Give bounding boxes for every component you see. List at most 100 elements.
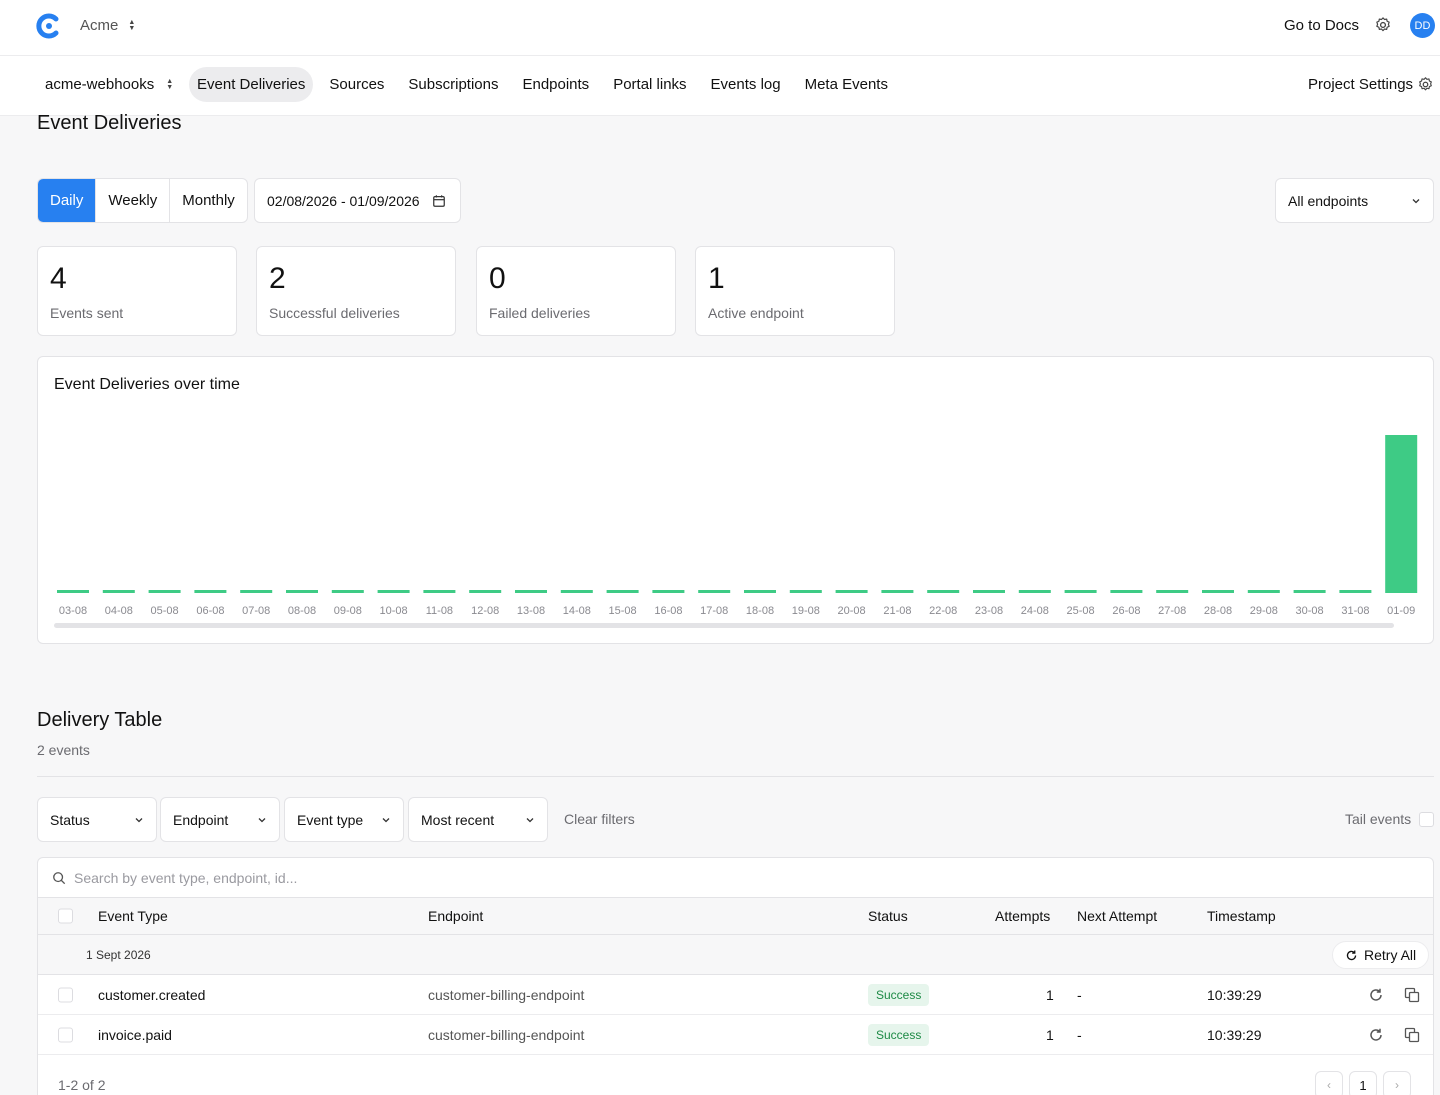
chart-bar-31-08[interactable] xyxy=(1339,590,1372,593)
column-header-attempts[interactable]: Attempts xyxy=(995,908,1050,924)
endpoint-filter-select[interactable]: All endpoints xyxy=(1275,178,1434,223)
stat-label: Active endpoint xyxy=(708,305,804,321)
tail-events-toggle[interactable]: Tail events xyxy=(1345,811,1435,827)
column-header-next-attempt[interactable]: Next Attempt xyxy=(1077,908,1157,924)
chart-bar-01-09[interactable] xyxy=(1385,435,1418,593)
stat-value: 0 xyxy=(489,262,506,295)
project-nav-bar: acme-webhooks ▲ ▼ Event Deliveries Source… xyxy=(0,56,1440,116)
period-daily-button[interactable]: Daily xyxy=(38,179,97,222)
chart-bar-17-08[interactable] xyxy=(698,590,731,593)
chart-bar-04-08[interactable] xyxy=(102,590,135,593)
column-header-event-type[interactable]: Event Type xyxy=(98,908,168,924)
x-tick-label: 23-08 xyxy=(975,605,1003,617)
period-weekly-button[interactable]: Weekly xyxy=(96,179,171,222)
stat-card-events-sent: 4 Events sent xyxy=(37,246,237,336)
chart-bar-26-08[interactable] xyxy=(1110,590,1143,593)
row-checkbox[interactable] xyxy=(58,987,73,1002)
chart-bar-18-08[interactable] xyxy=(744,590,776,593)
endpoint-filter[interactable]: Endpoint xyxy=(160,797,280,842)
chart-bar-10-08[interactable] xyxy=(377,590,410,593)
chart-bar-07-08[interactable] xyxy=(240,590,273,593)
org-switcher[interactable]: Acme ▲ ▼ xyxy=(80,17,135,34)
chart-bar-28-08[interactable] xyxy=(1202,590,1234,593)
sort-filter[interactable]: Most recent xyxy=(408,797,548,842)
chart-bar-12-08[interactable] xyxy=(469,590,502,593)
retry-all-label: Retry All xyxy=(1364,947,1417,963)
retry-icon[interactable] xyxy=(1368,987,1384,1003)
deliveries-chart-card: Event Deliveries over time 03-08 04-08 05-… xyxy=(37,356,1434,644)
go-to-docs-link[interactable]: Go to Docs xyxy=(1284,17,1359,34)
column-header-endpoint[interactable]: Endpoint xyxy=(428,908,483,924)
period-monthly-button[interactable]: Monthly xyxy=(170,179,247,222)
table-row[interactable]: invoice.paid customer-billing-endpoint S… xyxy=(38,1015,1433,1055)
chart-bar-27-08[interactable] xyxy=(1156,590,1189,593)
next-page-button[interactable]: › xyxy=(1383,1071,1411,1095)
chart-bar-13-08[interactable] xyxy=(515,590,547,593)
tab-portal-links[interactable]: Portal links xyxy=(601,67,698,102)
gear-icon[interactable] xyxy=(1374,16,1392,34)
chart-bar-03-08[interactable] xyxy=(57,590,89,593)
stat-card-active-endpoint: 1 Active endpoint xyxy=(695,246,895,336)
x-tick-label: 11-08 xyxy=(426,605,453,617)
x-tick-label: 28-08 xyxy=(1204,605,1232,617)
x-tick-label: 22-08 xyxy=(929,605,957,617)
chart-bar-29-08[interactable] xyxy=(1247,590,1280,593)
chart-bar-22-08[interactable] xyxy=(927,590,960,593)
table-row[interactable]: customer.created customer-billing-endpoi… xyxy=(38,975,1433,1015)
chart-bar-09-08[interactable] xyxy=(331,590,364,593)
table-header: Event Type Endpoint Status Attempts Next… xyxy=(38,898,1433,935)
tab-meta-events[interactable]: Meta Events xyxy=(793,67,900,102)
project-switcher[interactable]: acme-webhooks ▲ ▼ xyxy=(45,76,173,93)
status-filter[interactable]: Status xyxy=(37,797,157,842)
chart-horizontal-scrollbar[interactable] xyxy=(54,623,1394,628)
retry-icon[interactable] xyxy=(1368,1027,1384,1043)
select-all-checkbox[interactable] xyxy=(58,908,73,924)
stat-label: Successful deliveries xyxy=(269,305,400,321)
x-tick-label: 31-08 xyxy=(1341,605,1369,617)
chart-bar-16-08[interactable] xyxy=(652,590,685,593)
chart-bar-25-08[interactable] xyxy=(1064,590,1097,593)
chart-bar-30-08[interactable] xyxy=(1293,590,1326,593)
chart-bar-23-08[interactable] xyxy=(973,590,1005,593)
copy-icon[interactable] xyxy=(1404,1027,1420,1043)
event-type-filter[interactable]: Event type xyxy=(284,797,404,842)
x-tick-label: 17-08 xyxy=(700,605,728,617)
tab-sources[interactable]: Sources xyxy=(317,67,396,102)
row-checkbox[interactable] xyxy=(58,1027,73,1042)
tab-endpoints[interactable]: Endpoints xyxy=(510,67,601,102)
x-tick-label: 24-08 xyxy=(1021,605,1049,617)
page-title: Event Deliveries xyxy=(37,112,182,134)
chart-bar-08-08[interactable] xyxy=(286,590,318,593)
chart-bar-24-08[interactable] xyxy=(1018,590,1051,593)
copy-icon[interactable] xyxy=(1404,987,1420,1003)
tab-subscriptions[interactable]: Subscriptions xyxy=(396,67,510,102)
chart-bar-20-08[interactable] xyxy=(835,590,868,593)
x-tick-label: 03-08 xyxy=(59,605,87,617)
chart-bar-21-08[interactable] xyxy=(881,590,914,593)
next-attempt-cell: - xyxy=(1077,1026,1082,1043)
date-range-picker[interactable]: 02/08/2026 - 01/09/2026 xyxy=(254,178,461,223)
page-number-button[interactable]: 1 xyxy=(1349,1071,1377,1095)
user-avatar[interactable]: DD xyxy=(1410,13,1435,38)
retry-all-button[interactable]: Retry All xyxy=(1332,941,1430,969)
chart-bar-15-08[interactable] xyxy=(606,590,639,593)
table-search-input[interactable] xyxy=(74,869,674,886)
clear-filters-button[interactable]: Clear filters xyxy=(564,811,635,827)
tab-events-log[interactable]: Events log xyxy=(699,67,793,102)
chart-bar-19-08[interactable] xyxy=(789,590,822,593)
chart-bar-14-08[interactable] xyxy=(560,590,593,593)
convoy-logo-icon[interactable] xyxy=(36,13,62,39)
prev-page-button[interactable]: ‹ xyxy=(1315,1071,1343,1095)
project-settings-link[interactable]: Project Settings xyxy=(1308,76,1434,93)
tab-event-deliveries[interactable]: Event Deliveries xyxy=(189,67,314,102)
tail-events-checkbox[interactable] xyxy=(1419,811,1435,827)
stat-card-successful-deliveries: 2 Successful deliveries xyxy=(256,246,456,336)
stat-label: Events sent xyxy=(50,305,124,321)
chevron-down-icon xyxy=(382,817,390,822)
chart-bar-05-08[interactable] xyxy=(148,590,181,593)
column-header-status[interactable]: Status xyxy=(868,908,908,924)
chart-bar-11-08[interactable] xyxy=(423,590,456,593)
chevron-down-icon xyxy=(1412,198,1420,203)
chart-bar-06-08[interactable] xyxy=(194,590,227,593)
column-header-timestamp[interactable]: Timestamp xyxy=(1207,908,1276,924)
